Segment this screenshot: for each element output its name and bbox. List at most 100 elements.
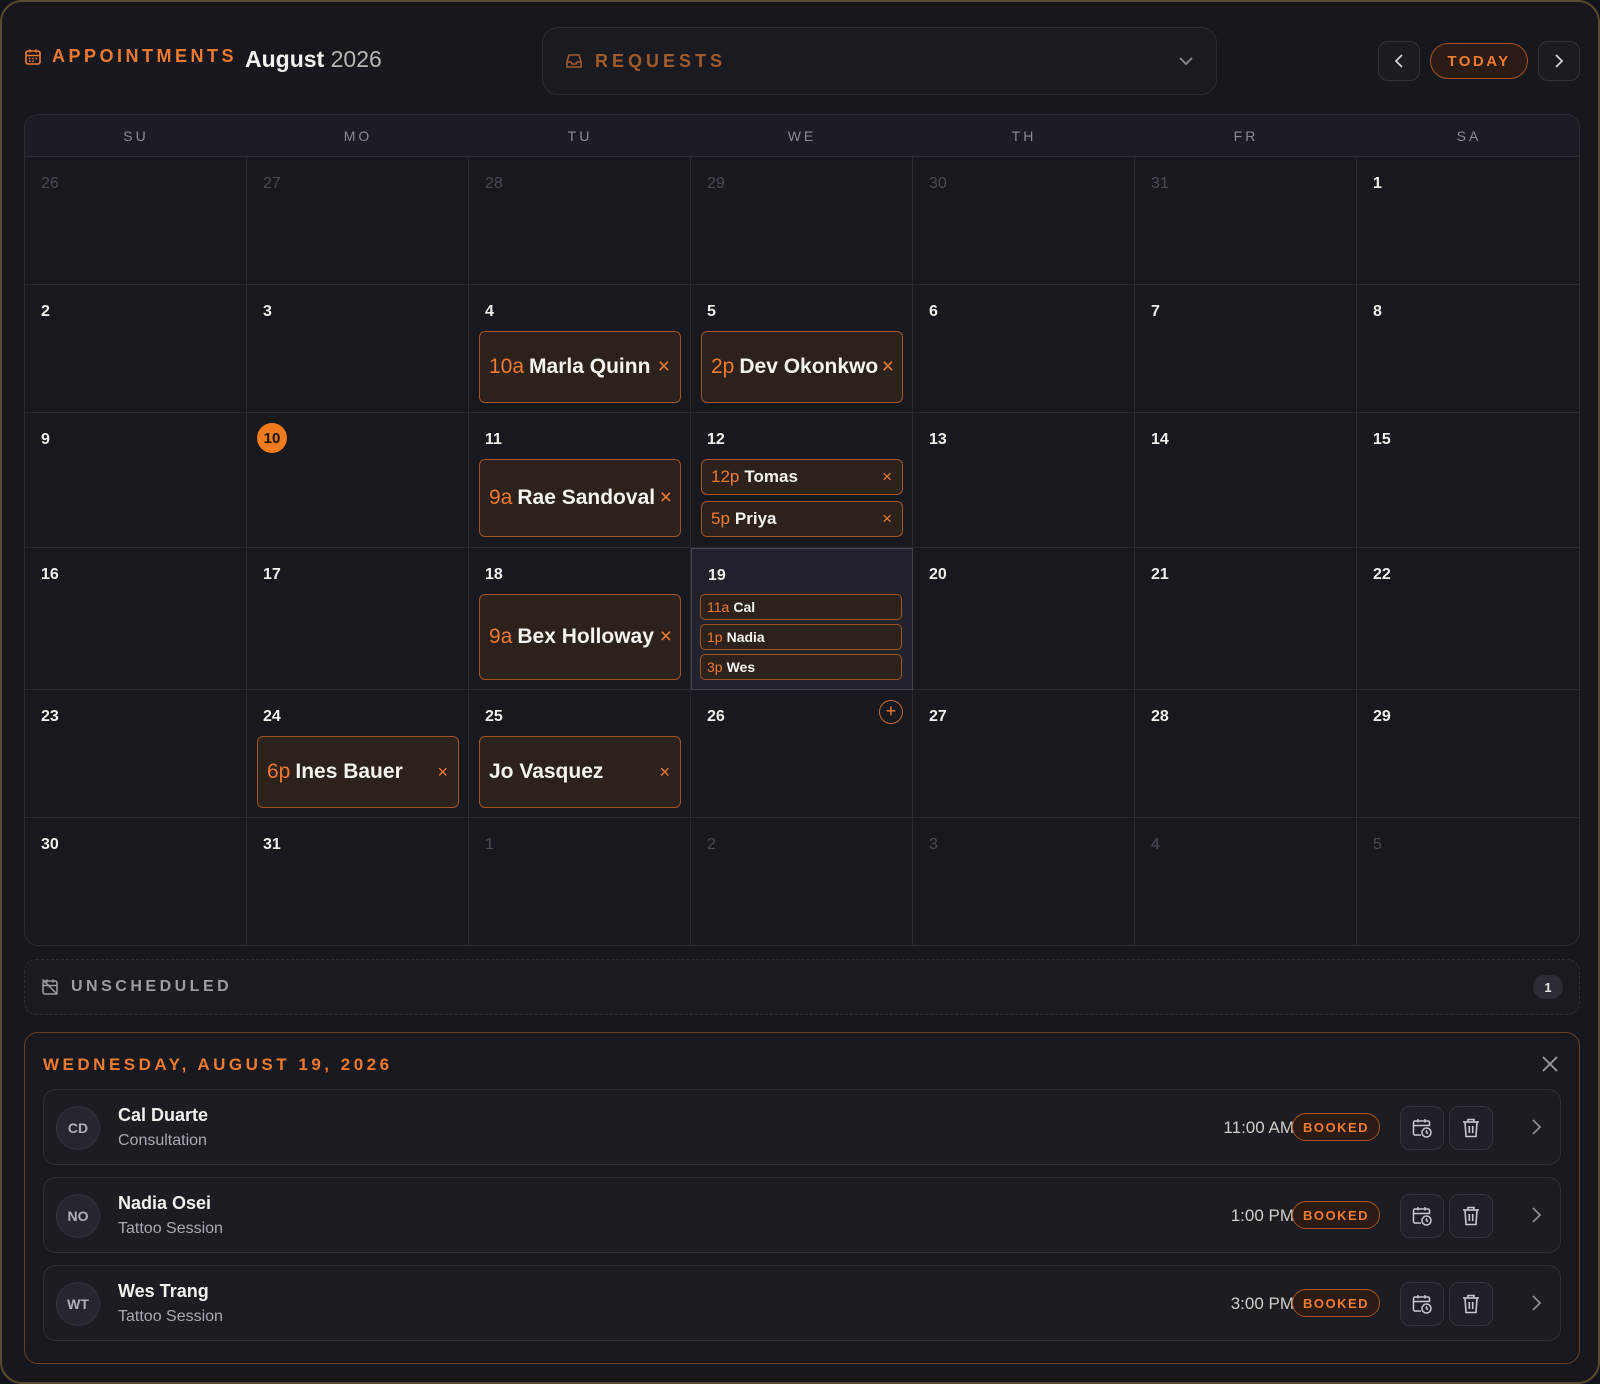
day-cell[interactable]: 25 Jo Vasquez × — [469, 690, 691, 818]
event-chip[interactable]: 5p Priya × — [701, 501, 903, 537]
day-number: 1 — [1373, 175, 1382, 192]
event-chip[interactable]: 9a Bex Holloway × — [479, 594, 681, 680]
day-cell[interactable]: 27 — [247, 157, 469, 285]
day-cell[interactable]: 14 — [1135, 413, 1357, 548]
event-name: Wes — [726, 659, 756, 675]
day-cell[interactable]: 28 — [1135, 690, 1357, 818]
chevron-right-icon — [1555, 54, 1564, 68]
day-cell[interactable]: 30 — [913, 157, 1135, 285]
day-cell[interactable]: 3 — [913, 818, 1135, 945]
day-cell[interactable]: 5 — [1357, 818, 1579, 945]
day-cell[interactable]: 13 — [913, 413, 1135, 548]
event-chip[interactable]: 11a Cal — [700, 594, 902, 620]
prev-month-button[interactable] — [1378, 41, 1420, 81]
day-cell[interactable]: 21 — [1135, 548, 1357, 690]
chevron-right-icon[interactable] — [1526, 1116, 1546, 1138]
event-chip[interactable]: 9a Rae Sandoval × — [479, 459, 681, 537]
delete-button[interactable] — [1449, 1106, 1493, 1150]
day-cell[interactable]: 27 — [913, 690, 1135, 818]
remove-event-icon[interactable]: × — [660, 625, 672, 649]
requests-label: REQUESTS — [595, 50, 727, 71]
day-cell[interactable]: 26 + — [691, 690, 913, 818]
remove-event-icon[interactable]: × — [658, 355, 670, 379]
day-cell[interactable]: 10 — [247, 413, 469, 548]
remove-event-icon[interactable]: × — [882, 467, 892, 487]
event-chip[interactable]: 10a Marla Quinn × — [479, 331, 681, 403]
day-cell[interactable]: 3 — [247, 285, 469, 413]
day-cell[interactable]: 7 — [1135, 285, 1357, 413]
day-cell[interactable]: 16 — [25, 548, 247, 690]
requests-dropdown[interactable]: REQUESTS — [542, 27, 1217, 95]
event-chip[interactable]: 12p Tomas × — [701, 459, 903, 495]
next-month-button[interactable] — [1538, 41, 1580, 81]
event-chip[interactable]: 2p Dev Okonkwo × — [701, 331, 903, 403]
weekday-header: SU MO TU WE TH FR SA — [25, 115, 1579, 157]
appointments-window: APPOINTMENTS August 2026 REQUESTS TODAY … — [0, 0, 1600, 1384]
reschedule-button[interactable] — [1400, 1106, 1444, 1150]
day-cell[interactable]: 31 — [247, 818, 469, 945]
appointment-row[interactable]: NO Nadia Osei Tattoo Session 1:00 PM BOO… — [43, 1177, 1561, 1253]
day-detail-panel: WEDNESDAY, AUGUST 19, 2026 CD Cal Duarte… — [24, 1032, 1580, 1364]
event-chip[interactable]: 3p Wes — [700, 654, 902, 680]
event-time: 3p — [707, 659, 723, 675]
day-number: 4 — [1151, 836, 1160, 853]
event-chip[interactable]: 1p Nadia — [700, 624, 902, 650]
day-cell-selected[interactable]: 19 11a Cal 1p Nadia 3p Wes — [691, 548, 913, 690]
day-cell[interactable]: 30 — [25, 818, 247, 945]
remove-event-icon[interactable]: × — [882, 355, 894, 379]
day-cell[interactable]: 24 6p Ines Bauer × — [247, 690, 469, 818]
today-button[interactable]: TODAY — [1430, 43, 1528, 79]
avatar: NO — [56, 1194, 100, 1238]
day-cell[interactable]: 18 9a Bex Holloway × — [469, 548, 691, 690]
day-number: 15 — [1373, 431, 1391, 448]
day-cell[interactable]: 1 — [1357, 157, 1579, 285]
day-cell[interactable]: 20 — [913, 548, 1135, 690]
day-cell[interactable]: 15 — [1357, 413, 1579, 548]
appointment-row[interactable]: WT Wes Trang Tattoo Session 3:00 PM BOOK… — [43, 1265, 1561, 1341]
avatar: WT — [56, 1282, 100, 1326]
event-name: Rae Sandoval — [517, 486, 656, 509]
reschedule-button[interactable] — [1400, 1194, 1444, 1238]
remove-event-icon[interactable]: × — [437, 762, 448, 783]
day-cell[interactable]: 2 — [691, 818, 913, 945]
day-cell[interactable]: 29 — [691, 157, 913, 285]
day-cell[interactable]: 4 10a Marla Quinn × — [469, 285, 691, 413]
day-cell[interactable]: 2 — [25, 285, 247, 413]
day-number: 18 — [485, 566, 503, 583]
unscheduled-label: UNSCHEDULED — [71, 978, 233, 995]
day-number: 3 — [929, 836, 938, 853]
remove-event-icon[interactable]: × — [660, 486, 672, 510]
chevron-right-icon[interactable] — [1526, 1292, 1546, 1314]
day-cell[interactable]: 31 — [1135, 157, 1357, 285]
event-chip[interactable]: 6p Ines Bauer × — [257, 736, 459, 808]
appointment-row[interactable]: CD Cal Duarte Consultation 11:00 AM BOOK… — [43, 1089, 1561, 1165]
trash-icon — [1463, 1294, 1479, 1314]
chevron-right-icon[interactable] — [1526, 1204, 1546, 1226]
day-cell[interactable]: 26 — [25, 157, 247, 285]
remove-event-icon[interactable]: × — [882, 509, 892, 529]
day-cell[interactable]: 9 — [25, 413, 247, 548]
event-chip[interactable]: Jo Vasquez × — [479, 736, 681, 808]
day-cell[interactable]: 4 — [1135, 818, 1357, 945]
delete-button[interactable] — [1449, 1282, 1493, 1326]
day-cell[interactable]: 12 12p Tomas × 5p Priya × — [691, 413, 913, 548]
day-cell[interactable]: 28 — [469, 157, 691, 285]
day-cell[interactable]: 29 — [1357, 690, 1579, 818]
calendar-clock-icon — [1412, 1119, 1432, 1138]
remove-event-icon[interactable]: × — [659, 762, 670, 783]
day-number: 23 — [41, 708, 59, 725]
reschedule-button[interactable] — [1400, 1282, 1444, 1326]
close-icon[interactable] — [1539, 1053, 1561, 1075]
day-cell[interactable]: 22 — [1357, 548, 1579, 690]
day-cell[interactable]: 5 2p Dev Okonkwo × — [691, 285, 913, 413]
day-cell[interactable]: 1 — [469, 818, 691, 945]
day-cell[interactable]: 8 — [1357, 285, 1579, 413]
day-cell[interactable]: 6 — [913, 285, 1135, 413]
day-cell[interactable]: 23 — [25, 690, 247, 818]
day-cell[interactable]: 11 9a Rae Sandoval × — [469, 413, 691, 548]
add-appointment-icon[interactable]: + — [879, 700, 903, 724]
delete-button[interactable] — [1449, 1194, 1493, 1238]
unscheduled-bar[interactable]: UNSCHEDULED 1 — [24, 959, 1580, 1015]
day-cell[interactable]: 17 — [247, 548, 469, 690]
event-name: Ines Bauer — [295, 760, 403, 783]
